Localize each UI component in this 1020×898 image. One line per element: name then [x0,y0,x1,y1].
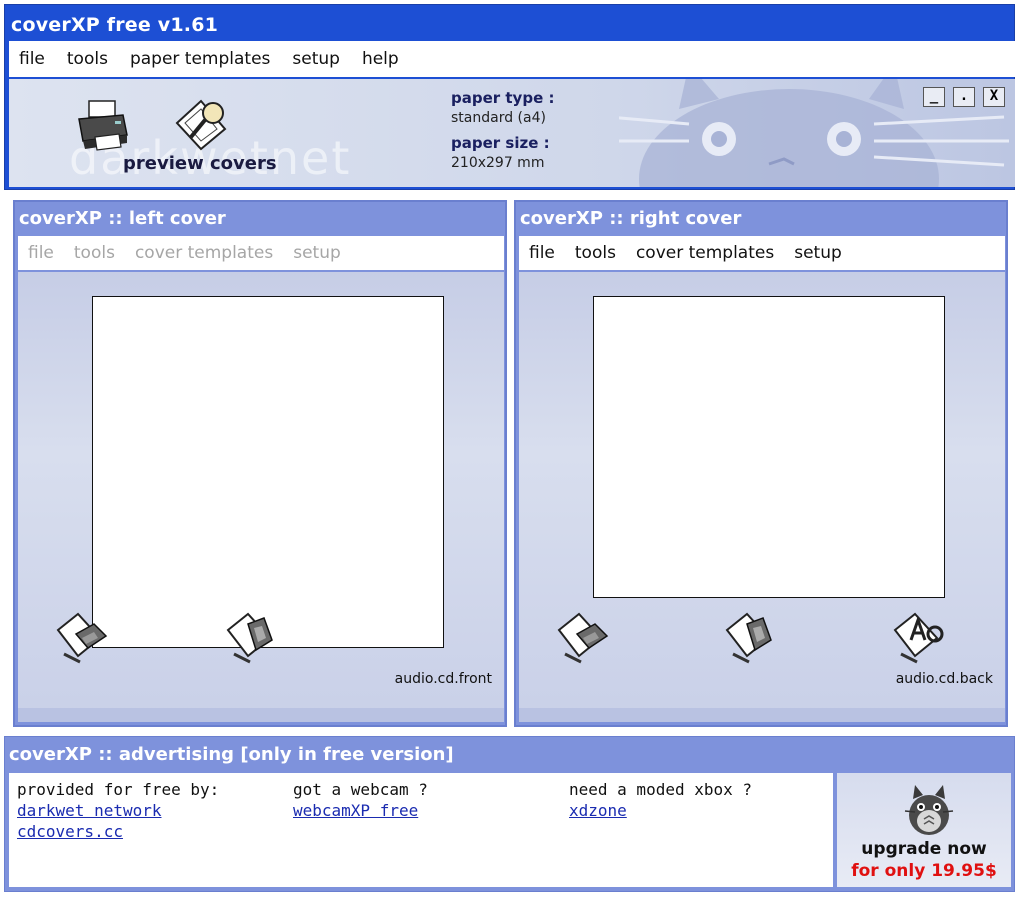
right-menu-file[interactable]: file [529,243,555,263]
right-cover-canvas[interactable] [593,296,945,598]
left-cover-canvas[interactable] [92,296,444,648]
main-menu-bar: file tools paper templates setup help [9,41,1015,77]
left-cover-title: coverXP :: left cover [19,208,226,229]
menu-paper-templates[interactable]: paper templates [130,49,270,69]
restore-button[interactable]: . [953,87,975,107]
paper-type-label: paper type : [451,89,555,107]
advertising-links-area: provided for free by: darkwet network cd… [9,773,833,887]
right-menu-cover-templates[interactable]: cover templates [636,243,774,263]
menu-tools[interactable]: tools [67,49,108,69]
close-button[interactable]: X [983,87,1005,107]
left-cover-workspace: audio.cd.front [18,272,504,722]
ad-column-sponsors: provided for free by: darkwet network cd… [17,779,219,842]
left-panel-footer [18,708,504,722]
ad-link-webcamxp[interactable]: webcamXP free [293,800,428,821]
upgrade-now-label[interactable]: upgrade now [837,839,1011,859]
main-window: coverXP free v1.61 file tools paper temp… [4,4,1015,190]
edit-cover-icon[interactable] [224,610,284,666]
right-menu-setup[interactable]: setup [794,243,842,263]
right-cover-workspace: audio.cd.back [519,272,1005,722]
left-template-label[interactable]: audio.cd.front [395,671,492,687]
right-panel-footer [519,708,1005,722]
ad-heading: need a moded xbox ? [569,780,753,799]
mascot-icon [904,785,954,835]
preview-covers-icon[interactable] [171,95,233,151]
menu-setup[interactable]: setup [292,49,340,69]
advertising-title: coverXP :: advertising [only in free ver… [9,744,454,765]
right-cover-menu-bar: file tools cover templates setup [519,236,1005,270]
printer-icon[interactable] [75,99,131,151]
left-menu-setup[interactable]: setup [293,243,341,263]
load-image-icon[interactable] [555,610,615,666]
right-cover-panel: coverXP :: right cover file tools cover … [514,200,1008,727]
paper-type-value[interactable]: standard (a4) [451,110,546,126]
paper-size-value[interactable]: 210x297 mm [451,155,544,171]
preview-covers-label[interactable]: preview covers [123,153,277,174]
upgrade-price-label[interactable]: for only 19.95$ [837,861,1011,881]
advertising-panel: coverXP :: advertising [only in free ver… [4,736,1015,892]
text-tool-icon[interactable] [891,610,951,666]
load-image-icon[interactable] [54,610,114,666]
ad-link-darkwet[interactable]: darkwet network [17,800,219,821]
ad-column-xbox: need a moded xbox ? xdzone [569,779,752,821]
right-menu-tools[interactable]: tools [575,243,616,263]
ad-heading: provided for free by: [17,780,220,799]
ad-column-webcam: got a webcam ? webcamXP free [293,779,428,821]
right-template-label[interactable]: audio.cd.back [896,671,993,687]
ad-link-xdzone[interactable]: xdzone [569,800,752,821]
minimize-button[interactable]: _ [923,87,945,107]
edit-cover-icon[interactable] [723,610,783,666]
menu-help[interactable]: help [362,49,399,69]
right-cover-title: coverXP :: right cover [520,208,742,229]
menu-file[interactable]: file [19,49,45,69]
upgrade-box[interactable]: upgrade now for only 19.95$ [837,773,1011,887]
paper-size-label: paper size : [451,134,550,152]
left-menu-cover-templates[interactable]: cover templates [135,243,273,263]
left-cover-panel: coverXP :: left cover file tools cover t… [13,200,507,727]
left-menu-file[interactable]: file [28,243,54,263]
toolbar-banner: darkwetnet preview covers paper type: s… [9,79,1015,187]
left-menu-tools[interactable]: tools [74,243,115,263]
ad-link-cdcovers[interactable]: cdcovers.cc [17,821,219,842]
window-title: coverXP free v1.61 [11,14,219,36]
ad-heading: got a webcam ? [293,780,428,799]
left-cover-menu-bar: file tools cover templates setup [18,236,504,270]
